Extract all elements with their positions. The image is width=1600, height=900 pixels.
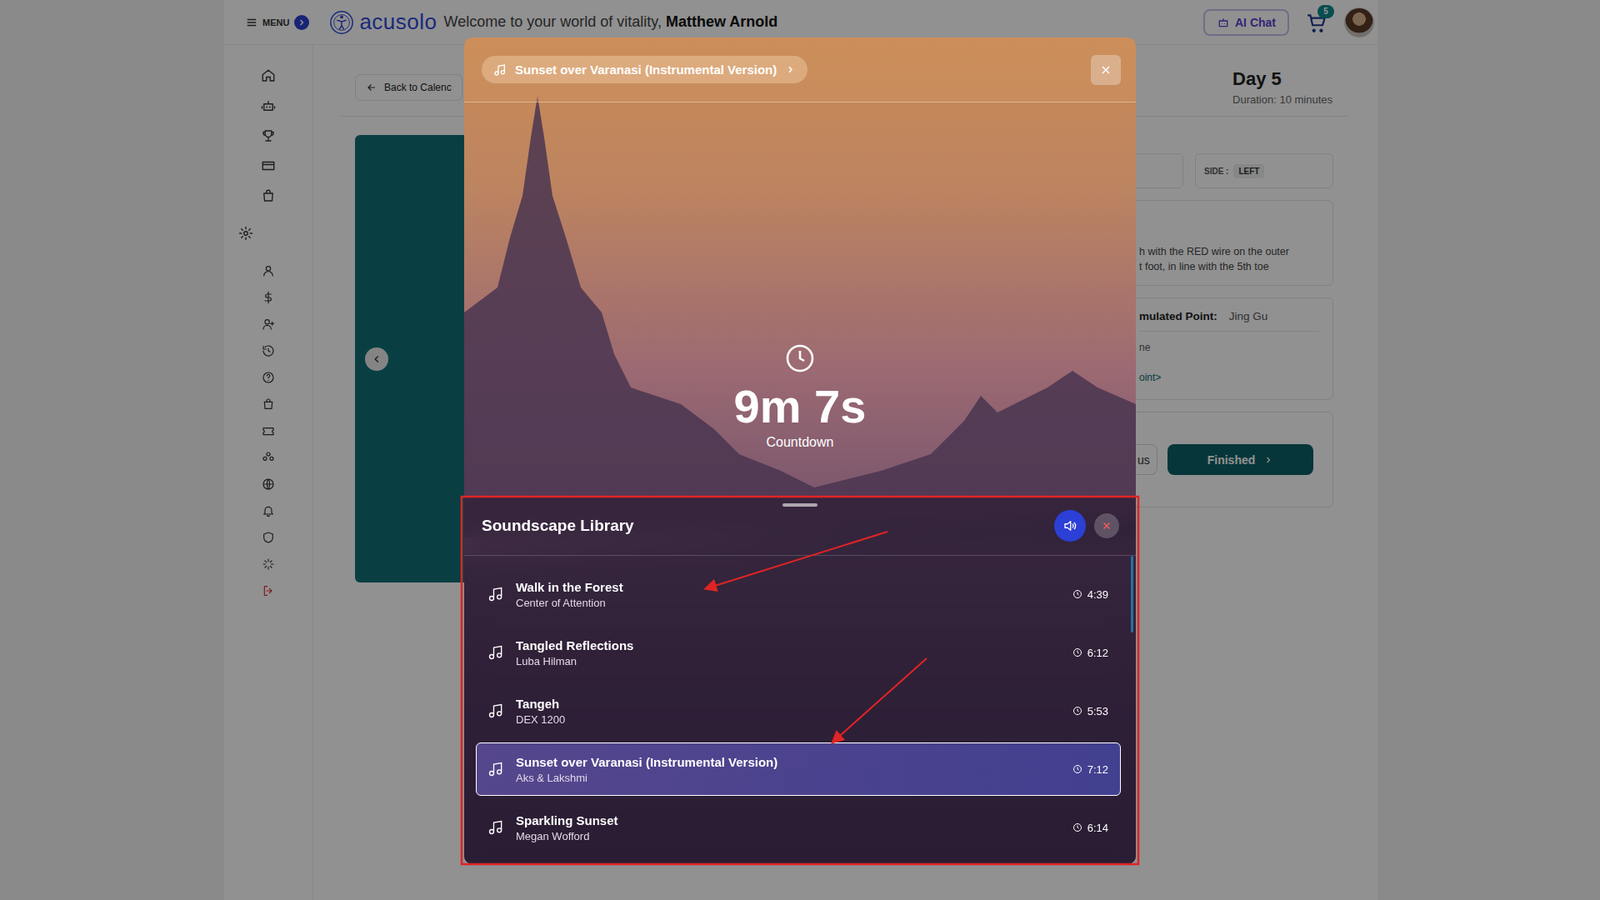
music-note-icon bbox=[493, 63, 507, 77]
annotation-arrow bbox=[833, 658, 927, 742]
countdown-value: 9m 7s bbox=[734, 380, 867, 434]
clock-icon bbox=[1072, 764, 1083, 775]
track-row[interactable]: Walk in the ForestCenter of Attention 4:3… bbox=[475, 567, 1121, 621]
track-duration: 7:12 bbox=[1072, 763, 1109, 776]
music-note-icon bbox=[487, 585, 505, 603]
scrollbar[interactable] bbox=[1130, 555, 1134, 633]
clock-icon bbox=[1072, 647, 1083, 658]
track-duration: 4:39 bbox=[1072, 588, 1109, 601]
music-note-icon bbox=[487, 644, 505, 661]
volume-icon bbox=[1062, 518, 1078, 534]
track-title: Sunset over Varanasi (Instrumental Versi… bbox=[515, 755, 1061, 770]
track-row[interactable]: Tangled Reflections Luba Hilman 6:12 bbox=[475, 625, 1121, 680]
track-artist: DEX 1200 bbox=[515, 713, 1061, 726]
close-icon bbox=[1100, 520, 1113, 532]
track-title: Sparkling Sunset bbox=[515, 813, 1061, 828]
track-row[interactable]: Tangeh DEX 1200 5:53 bbox=[475, 684, 1121, 738]
clock-icon bbox=[1072, 705, 1083, 716]
track-title: Walk in the Forest bbox=[515, 580, 1061, 595]
track-row[interactable]: Sunset over Varanasi (Instrumental Versi… bbox=[475, 742, 1121, 796]
track-info: Walk in the ForestCenter of Attention bbox=[515, 580, 1061, 610]
annotation-arrow bbox=[706, 531, 888, 589]
track-info: Sparkling Sunset Megan Wofford bbox=[515, 813, 1061, 843]
close-icon bbox=[1099, 63, 1113, 77]
volume-button[interactable] bbox=[1054, 510, 1086, 542]
highlight-box bbox=[461, 496, 1139, 865]
close-button[interactable] bbox=[1090, 55, 1121, 85]
soundscape-library: Soundscape Library Walk in the ForestCent… bbox=[464, 496, 1136, 865]
music-note-icon bbox=[487, 819, 505, 836]
track-duration: 5:53 bbox=[1072, 705, 1109, 718]
track-info: Sunset over Varanasi (Instrumental Versi… bbox=[515, 755, 1061, 785]
track-row[interactable]: Sparkling Sunset Megan Wofford 6:14 bbox=[475, 800, 1121, 855]
track-duration: 6:14 bbox=[1072, 821, 1109, 835]
chevron-right-icon bbox=[785, 64, 796, 75]
drag-handle[interactable] bbox=[782, 503, 818, 507]
track-artist: Aks & Lakshmi bbox=[515, 771, 1061, 785]
track-title: Tangeh bbox=[515, 696, 1061, 711]
library-title: Soundscape Library bbox=[481, 516, 635, 535]
library-actions bbox=[1054, 510, 1120, 542]
modal-header: Sunset over Varanasi (Instrumental Versi… bbox=[464, 37, 1136, 103]
countdown-label: Countdown bbox=[766, 435, 835, 450]
track-list: Walk in the ForestCenter of Attention 4:3… bbox=[464, 555, 1136, 865]
screen: MENUacusoloWelcome to your world of vita… bbox=[0, 0, 1600, 900]
track-title: Tangled Reflections bbox=[515, 638, 1061, 653]
track-info: Tangled Reflections Luba Hilman bbox=[515, 638, 1061, 668]
now-playing-pill[interactable]: Sunset over Varanasi (Instrumental Versi… bbox=[481, 55, 808, 84]
track-artist: Megan Wofford bbox=[515, 830, 1061, 843]
track-artist: Center of Attention bbox=[515, 596, 1061, 610]
clock-icon bbox=[1072, 822, 1083, 833]
music-note-icon bbox=[487, 702, 505, 720]
countdown-area: 9m 7sCountdown bbox=[464, 102, 1136, 497]
track-duration: 6:12 bbox=[1072, 646, 1109, 660]
clock-icon bbox=[1072, 589, 1083, 600]
clock-icon bbox=[785, 343, 815, 374]
player-modal: Sunset over Varanasi (Instrumental Versi… bbox=[464, 37, 1136, 865]
music-note-icon bbox=[487, 760, 505, 778]
track-info: Tangeh DEX 1200 bbox=[515, 696, 1061, 726]
track-artist: Luba Hilman bbox=[515, 655, 1061, 668]
library-close-button[interactable] bbox=[1094, 513, 1120, 539]
